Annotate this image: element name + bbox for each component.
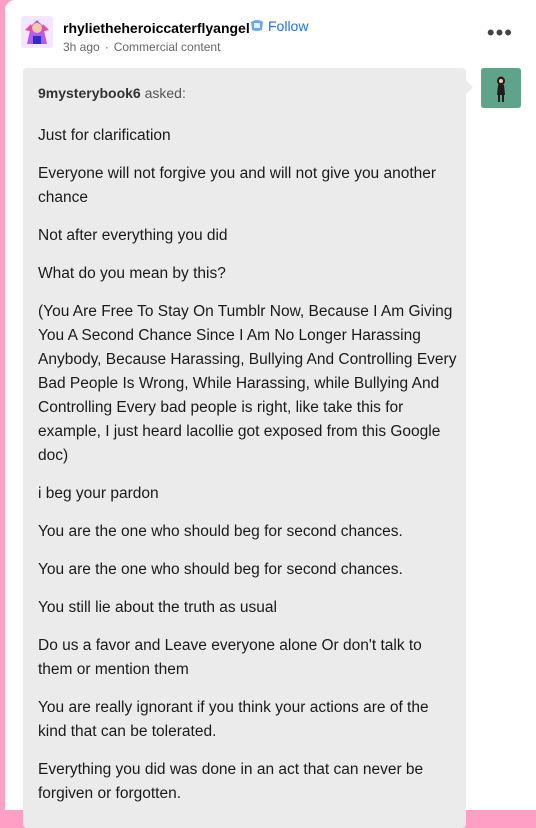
more-icon[interactable]: ••• [487, 22, 513, 44]
asker-name[interactable]: 9mysterybook6 [38, 85, 141, 101]
ask-paragraph: Do us a favor and Leave everyone alone O… [38, 637, 422, 678]
follow-icon [249, 19, 265, 33]
blog-name-link[interactable]: rhylietheheroiccaterflyangel [63, 20, 250, 36]
ask-paragraph: You are the one who should beg for secon… [38, 561, 403, 578]
asked-label: asked: [144, 85, 186, 101]
avatar-icon [21, 16, 53, 48]
avatar[interactable] [21, 16, 53, 48]
asker-avatar[interactable] [481, 68, 521, 108]
ask-pointer [466, 80, 473, 94]
ask-paragraph: Everything you did was done in an act th… [38, 761, 424, 802]
ask-paragraph: (You Are Free To Stay On Tumblr Now, Bec… [38, 303, 457, 464]
ask-paragraph: You still lie about the truth as usual [38, 599, 277, 616]
post-time[interactable]: 3h ago [63, 40, 100, 54]
ask-body: Just for clarification Everyone will not… [38, 124, 458, 820]
follow-button[interactable]: Follow [249, 18, 308, 34]
ask-paragraph: You are the one who should beg for secon… [38, 523, 403, 540]
ask-paragraph: Not after everything you did [38, 227, 228, 244]
ask-paragraph: Everyone will not forgive you and will n… [38, 165, 437, 206]
meta-separator: · [104, 40, 109, 54]
asker-line: 9mysterybook6 asked: [38, 85, 186, 101]
ask-paragraph: What do you mean by this? [38, 265, 226, 282]
ask-paragraph: Just for clarification [38, 127, 171, 144]
post-meta: 3h ago · Commercial content [63, 40, 220, 54]
asker-avatar-icon [481, 68, 521, 108]
ask-paragraph: You are really ignorant if you think you… [38, 699, 429, 740]
content-label: Commercial content [113, 40, 221, 54]
post-header: rhylietheheroiccaterflyangel Follow 3h a… [21, 16, 521, 56]
post-card: rhylietheheroiccaterflyangel Follow 3h a… [5, 0, 536, 828]
follow-label[interactable]: Follow [268, 18, 308, 34]
ask-paragraph: i beg your pardon [38, 485, 159, 502]
ask-box: 9mysterybook6 asked: Just for clarificat… [23, 68, 466, 828]
